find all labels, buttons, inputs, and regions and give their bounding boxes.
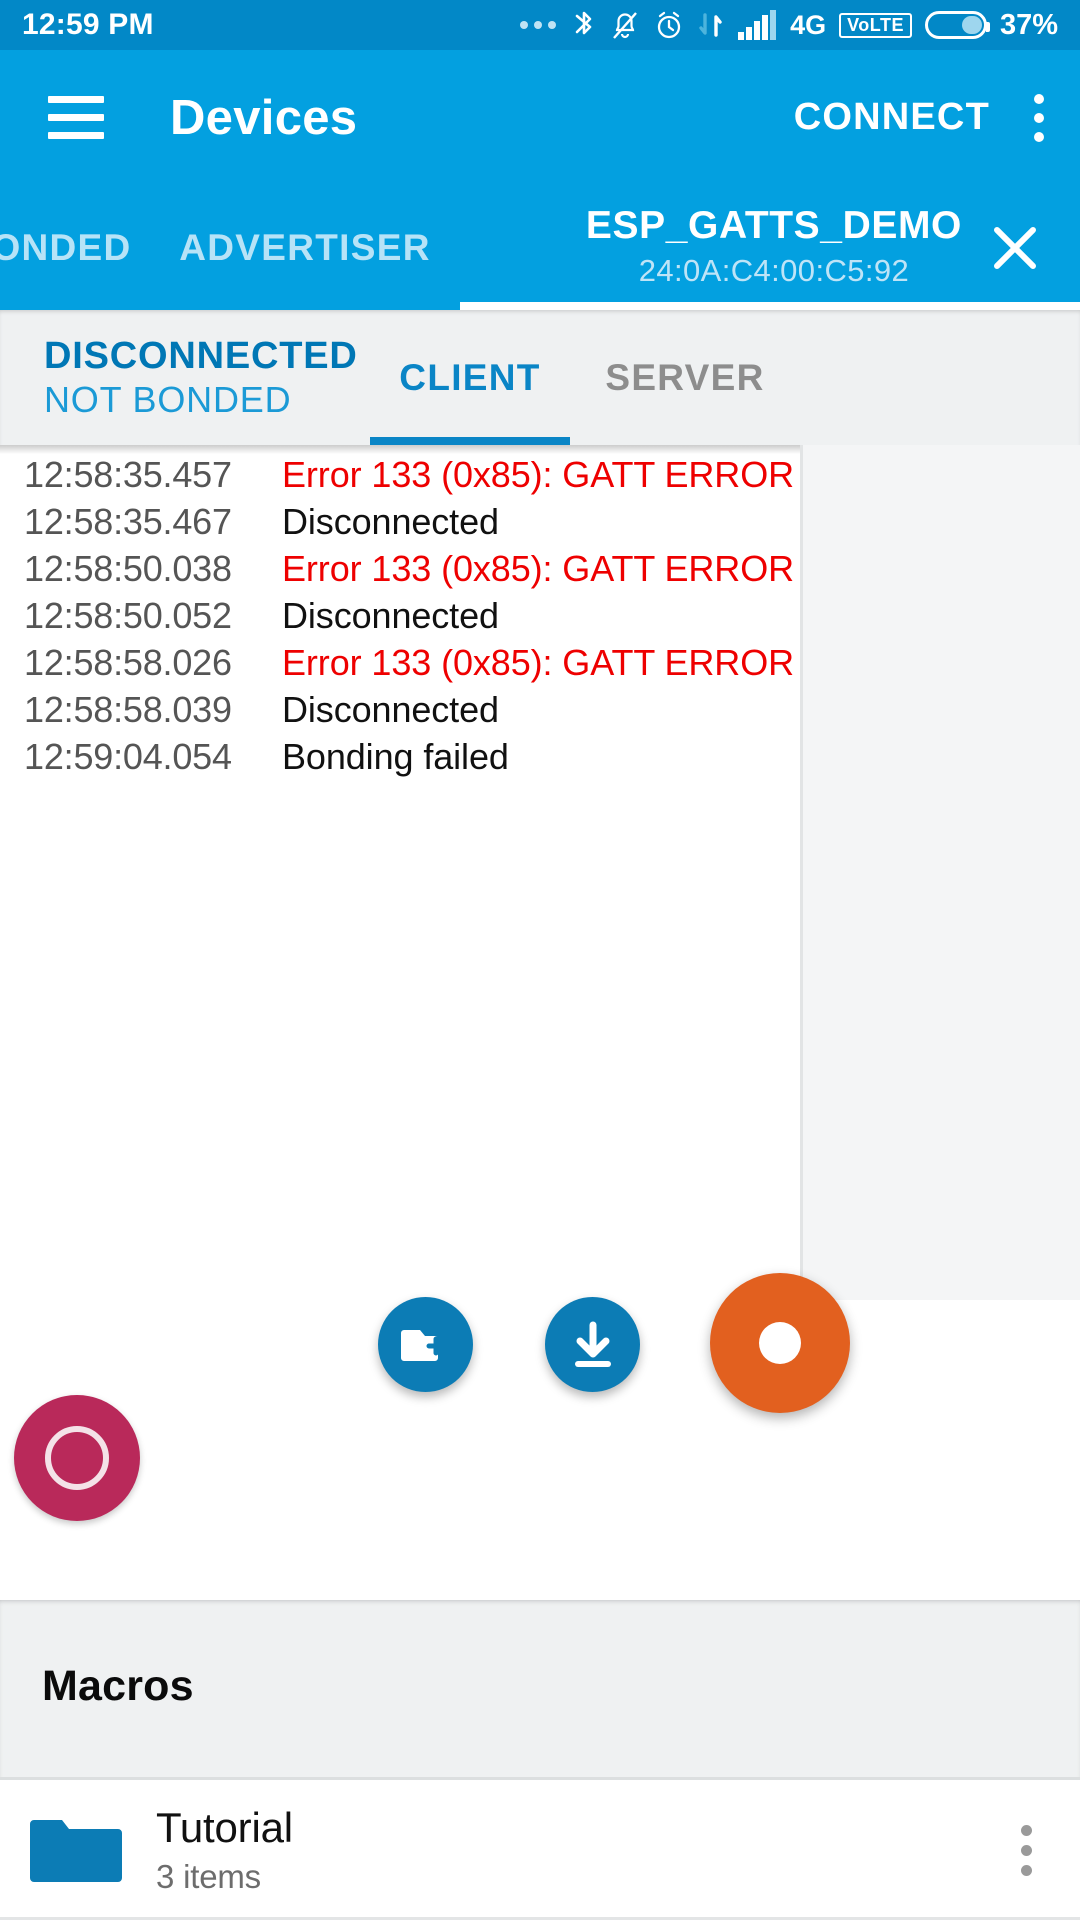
log-timestamp: 12:58:58.026 <box>24 642 232 683</box>
log-timestamp: 12:58:35.467 <box>24 501 232 542</box>
status-badge: DISCONNECTED <box>44 334 358 377</box>
log-message: Error 133 (0x85): GATT ERROR <box>282 642 794 683</box>
bell-muted-icon <box>610 8 640 42</box>
kebab-menu-icon[interactable] <box>1021 1824 1032 1876</box>
close-icon[interactable] <box>970 203 1060 293</box>
side-panel-gutter <box>800 445 1080 1300</box>
volte-badge: VoLTE <box>839 12 912 38</box>
device-name-label: ESP_GATTS_DEMO <box>585 204 962 248</box>
alarm-clock-icon <box>653 8 685 42</box>
tab-client[interactable]: CLIENT <box>370 310 570 445</box>
folder-icon <box>28 1814 124 1886</box>
hamburger-menu-icon[interactable] <box>48 96 104 139</box>
signal-bars-icon <box>737 9 777 41</box>
page-title: Devices <box>170 90 358 145</box>
log-message: Bonding failed <box>282 736 509 777</box>
connection-state: DISCONNECTED NOT BONDED <box>44 334 358 421</box>
new-folder-icon[interactable] <box>378 1297 473 1392</box>
kebab-menu-icon[interactable] <box>1034 93 1044 142</box>
data-transfer-icon <box>698 9 724 41</box>
table-row[interactable]: 12:58:58.026 Error 133 (0x85): GATT ERRO… <box>0 642 800 689</box>
macro-subtitle-label: 3 items <box>156 1857 261 1895</box>
tab-device-esp-gatts-demo[interactable]: ESP_GATTS_DEMO 24:0A:C4:00:C5:92 <box>455 185 1080 310</box>
macros-title: Macros <box>42 1662 194 1710</box>
list-item-text: Tutorial 3 items <box>156 1804 293 1895</box>
tab-bonded[interactable]: BONDED <box>0 185 155 310</box>
log-message: Error 133 (0x85): GATT ERROR <box>282 454 794 495</box>
macro-name-label: Tutorial <box>156 1804 293 1852</box>
table-row[interactable]: 12:58:50.052 Disconnected <box>0 595 800 642</box>
macros-panel: Macros Tutorial 3 items <box>0 1273 1080 1920</box>
log-timestamp: 12:58:50.052 <box>24 595 232 636</box>
list-item[interactable]: Tutorial 3 items <box>0 1780 1080 1920</box>
bluetooth-icon <box>571 8 597 42</box>
battery-percent-label: 37% <box>999 8 1058 41</box>
device-address-label: 24:0A:C4:00:C5:92 <box>638 252 910 288</box>
status-bar: 12:59 PM 4G VoLTE 37% <box>0 0 1080 50</box>
bond-state-label: NOT BONDED <box>44 378 292 420</box>
client-tab-indicator <box>370 437 570 445</box>
log-timestamp: 12:58:35.457 <box>24 454 232 495</box>
device-tab-indicator <box>460 302 1080 310</box>
log-message: Disconnected <box>282 501 499 542</box>
app-bar: Devices CONNECT <box>0 50 1080 185</box>
log-timestamp: 12:58:58.039 <box>24 689 232 730</box>
log-message: Disconnected <box>282 689 499 730</box>
log-list[interactable]: 12:58:35.457 Error 133 (0x85): GATT ERRO… <box>0 454 800 783</box>
status-bar-icons: 4G VoLTE 37% <box>520 8 1058 42</box>
log-panel: 12:58:35.457 Error 133 (0x85): GATT ERRO… <box>0 445 1080 1300</box>
log-message: Disconnected <box>282 595 499 636</box>
table-row[interactable]: 12:58:50.038 Error 133 (0x85): GATT ERRO… <box>0 548 800 595</box>
connect-button[interactable]: CONNECT <box>794 96 990 139</box>
record-icon[interactable] <box>710 1273 850 1413</box>
device-tab-text: ESP_GATTS_DEMO 24:0A:C4:00:C5:92 <box>585 204 962 289</box>
status-bar-clock: 12:59 PM <box>22 8 154 41</box>
battery-icon <box>924 11 990 39</box>
log-timestamp: 12:58:50.038 <box>24 548 232 589</box>
network-type-label: 4G <box>790 9 827 40</box>
device-tab-bar: BONDED ADVERTISER ESP_GATTS_DEMO 24:0A:C… <box>0 185 1080 310</box>
tab-server[interactable]: SERVER <box>585 310 785 445</box>
record-circle-icon[interactable] <box>14 1395 140 1521</box>
import-download-icon[interactable] <box>545 1297 640 1392</box>
connection-status-bar: DISCONNECTED NOT BONDED CLIENT SERVER <box>0 310 1080 445</box>
log-timestamp: 12:59:04.054 <box>24 736 232 777</box>
table-row[interactable]: 12:58:35.457 Error 133 (0x85): GATT ERRO… <box>0 454 800 501</box>
tab-advertiser[interactable]: ADVERTISER <box>155 185 455 310</box>
more-dots-icon <box>520 21 557 29</box>
table-row[interactable]: 12:59:04.054 Bonding failed <box>0 736 800 783</box>
table-row[interactable]: 12:58:35.467 Disconnected <box>0 501 800 548</box>
table-row[interactable]: 12:58:58.039 Disconnected <box>0 689 800 736</box>
log-message: Error 133 (0x85): GATT ERROR <box>282 548 794 589</box>
